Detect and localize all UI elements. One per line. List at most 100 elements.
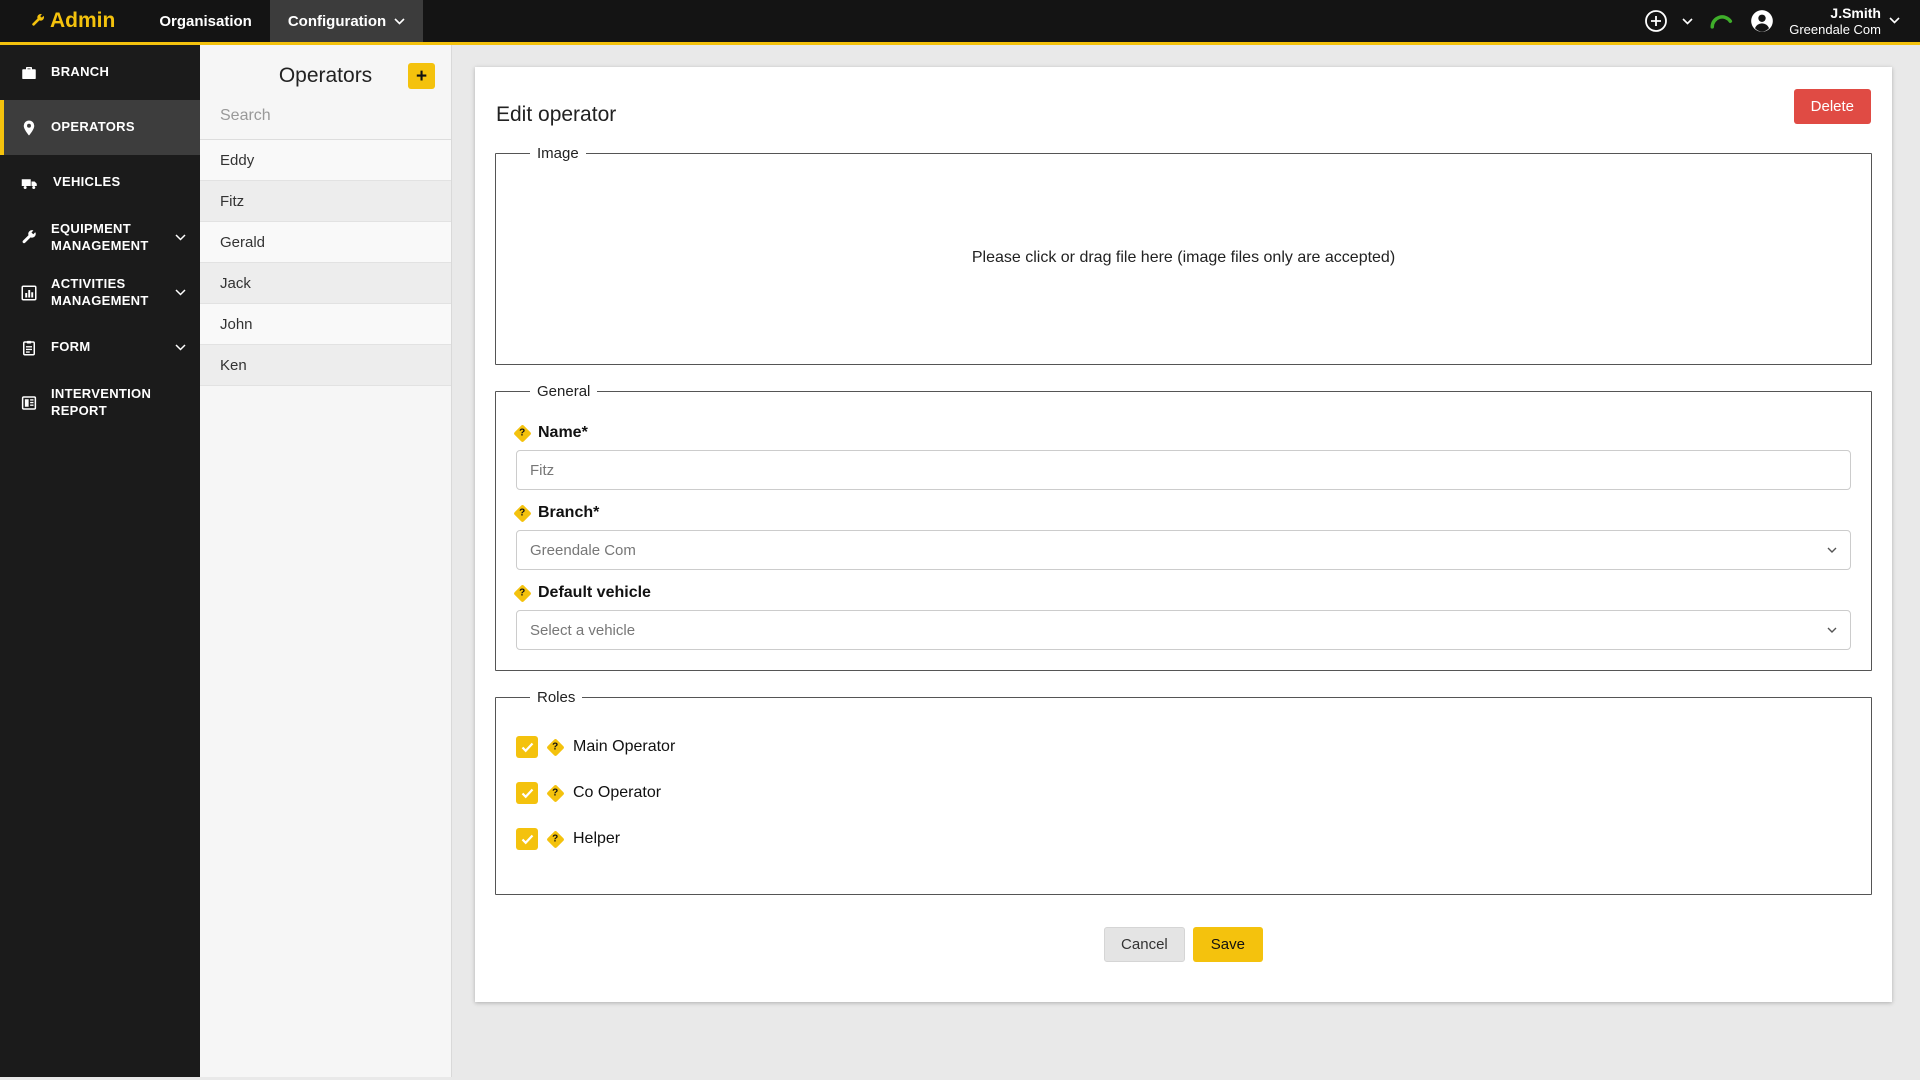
co-operator-checkbox[interactable]: [516, 782, 538, 804]
chevron-down-icon: [175, 339, 186, 355]
gauge-icon[interactable]: [1707, 7, 1735, 35]
help-icon[interactable]: ?: [546, 784, 564, 802]
name-field-group: ? Name*: [516, 424, 1851, 490]
role-label: Helper: [573, 830, 620, 848]
user-avatar-icon[interactable]: [1749, 8, 1775, 34]
default-vehicle-label-row: ? Default vehicle: [516, 584, 1851, 602]
menu-configuration[interactable]: Configuration: [270, 0, 423, 42]
branch-select[interactable]: Greendale Com: [516, 530, 1851, 570]
branch-field-label: Branch*: [538, 504, 599, 522]
sidebar-item-activities-management[interactable]: Activities Management: [0, 265, 200, 320]
chevron-down-icon[interactable]: [1682, 18, 1693, 25]
top-menu: Organisation Configuration: [141, 0, 423, 42]
name-field-label-row: ? Name*: [516, 424, 1851, 442]
operators-list: Eddy Fitz Gerald Jack John Ken: [200, 140, 451, 386]
chevron-down-icon: [1827, 547, 1837, 553]
sidebar-item-label: Vehicles: [53, 174, 188, 190]
main-content: Edit operator Delete Image Please click …: [452, 45, 1920, 1077]
user-text: J.Smith Greendale Com: [1789, 5, 1881, 37]
operators-panel: Operators + Eddy Fitz Gerald Jack John K…: [200, 45, 452, 1077]
help-icon[interactable]: ?: [513, 424, 531, 442]
operators-panel-header: Operators +: [200, 45, 451, 107]
delete-button[interactable]: Delete: [1794, 89, 1871, 124]
general-section-legend: General: [530, 383, 597, 400]
wrench-icon: [20, 229, 38, 247]
sidebar-item-branch[interactable]: Branch: [0, 45, 200, 100]
roles-section-legend: Roles: [530, 689, 582, 706]
menu-organisation[interactable]: Organisation: [141, 0, 270, 42]
list-item-operator[interactable]: Ken: [200, 345, 451, 386]
default-vehicle-label: Default vehicle: [538, 584, 651, 602]
sidebar: Branch Operators Vehicles Equipment Mana…: [0, 45, 200, 1077]
topbar-right: J.Smith Greendale Com: [1644, 0, 1920, 42]
help-icon[interactable]: ?: [513, 584, 531, 602]
name-field-label: Name*: [538, 424, 588, 442]
role-row-main-operator: ? Main Operator: [516, 736, 1851, 758]
location-pin-icon: [20, 119, 38, 137]
image-section: Image Please click or drag file here (im…: [495, 145, 1872, 365]
save-button[interactable]: Save: [1193, 927, 1263, 962]
app-logo-icon: [30, 13, 46, 29]
role-label: Co Operator: [573, 784, 661, 802]
list-item-operator[interactable]: Jack: [200, 263, 451, 304]
image-dropzone[interactable]: Please click or drag file here (image fi…: [516, 172, 1851, 344]
user-name: J.Smith: [1789, 5, 1881, 22]
branch-field-group: ? Branch* Greendale Com: [516, 504, 1851, 570]
roles-section: Roles ? Main Operator ? Co Operator: [495, 689, 1872, 895]
menu-organisation-label: Organisation: [159, 13, 252, 30]
branch-select-value: Greendale Com: [530, 542, 636, 559]
list-item-operator[interactable]: Fitz: [200, 181, 451, 222]
user-menu[interactable]: J.Smith Greendale Com: [1789, 5, 1900, 37]
operators-search: [200, 107, 451, 140]
sidebar-item-intervention-report[interactable]: Intervention Report: [0, 375, 200, 430]
chevron-down-icon: [175, 229, 186, 245]
add-circle-icon[interactable]: [1644, 9, 1668, 33]
topbar: Admin Organisation Configuration J.Smith: [0, 0, 1920, 45]
sidebar-item-label: Activities Management: [51, 276, 162, 309]
sidebar-item-label: Branch: [51, 64, 188, 80]
list-item-operator[interactable]: John: [200, 304, 451, 345]
chevron-down-icon: [1889, 17, 1900, 24]
chevron-down-icon: [175, 284, 186, 300]
default-vehicle-select-value: Select a vehicle: [530, 622, 635, 639]
operators-panel-title: Operators: [279, 64, 372, 88]
form-actions: Cancel Save: [495, 927, 1872, 962]
page-title: Edit operator: [496, 89, 616, 127]
sidebar-item-equipment-management[interactable]: Equipment Management: [0, 210, 200, 265]
cancel-button[interactable]: Cancel: [1104, 927, 1185, 962]
sidebar-item-vehicles[interactable]: Vehicles: [0, 155, 200, 210]
briefcase-icon: [20, 64, 38, 82]
helper-checkbox[interactable]: [516, 828, 538, 850]
role-row-helper: ? Helper: [516, 828, 1851, 850]
truck-icon: [20, 174, 40, 192]
search-input[interactable]: [220, 107, 431, 125]
help-icon[interactable]: ?: [546, 738, 564, 756]
app-logo-text: Admin: [50, 9, 115, 33]
sidebar-item-label: Operators: [51, 119, 188, 135]
help-icon[interactable]: ?: [546, 830, 564, 848]
menu-configuration-label: Configuration: [288, 13, 386, 30]
general-section: General ? Name* ? Branch* Greendale Com: [495, 383, 1872, 671]
image-section-legend: Image: [530, 145, 586, 162]
branch-field-label-row: ? Branch*: [516, 504, 1851, 522]
add-operator-button[interactable]: +: [408, 63, 435, 89]
app-logo[interactable]: Admin: [0, 0, 141, 42]
default-vehicle-select[interactable]: Select a vehicle: [516, 610, 1851, 650]
sidebar-item-operators[interactable]: Operators: [0, 100, 200, 155]
sidebar-item-label: Intervention Report: [51, 386, 188, 419]
list-item-operator[interactable]: Eddy: [200, 140, 451, 181]
list-item-operator[interactable]: Gerald: [200, 222, 451, 263]
sidebar-item-form[interactable]: Form: [0, 320, 200, 375]
edit-operator-card: Edit operator Delete Image Please click …: [475, 67, 1892, 1002]
role-row-co-operator: ? Co Operator: [516, 782, 1851, 804]
user-organisation: Greendale Com: [1789, 22, 1881, 38]
main-operator-checkbox[interactable]: [516, 736, 538, 758]
card-header: Edit operator Delete: [495, 89, 1872, 127]
default-vehicle-field-group: ? Default vehicle Select a vehicle: [516, 584, 1851, 650]
clipboard-icon: [20, 339, 38, 357]
sidebar-item-label: Form: [51, 339, 162, 355]
name-field[interactable]: [516, 450, 1851, 490]
chevron-down-icon: [394, 18, 405, 25]
help-icon[interactable]: ?: [513, 504, 531, 522]
role-label: Main Operator: [573, 738, 675, 756]
